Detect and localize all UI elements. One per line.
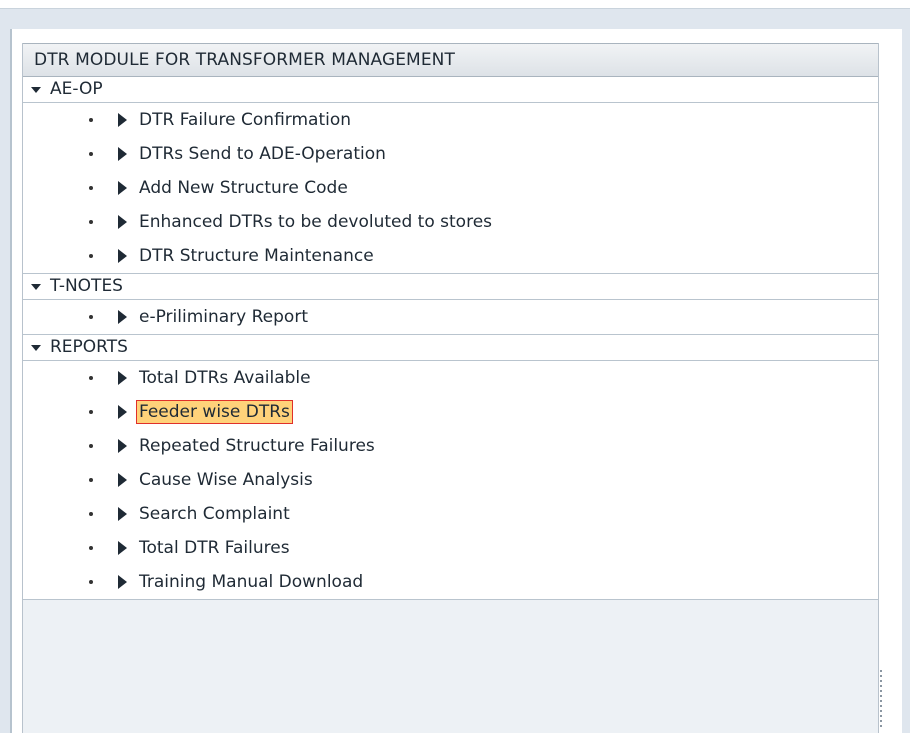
bullet-icon	[89, 220, 93, 224]
resize-grip-handle[interactable]	[880, 670, 882, 730]
transaction-arrow-icon	[118, 541, 127, 555]
tree-item-dtr-failure-confirmation[interactable]: DTR Failure Confirmation	[23, 103, 878, 137]
transaction-arrow-icon	[118, 147, 127, 161]
bullet-icon	[89, 152, 93, 156]
tree-item-e-priliminary-report[interactable]: e-Priliminary Report	[23, 300, 878, 334]
folder-label: AE-OP	[50, 79, 103, 99]
tree-item-dtrs-send-to-ade-operation[interactable]: DTRs Send to ADE-Operation	[23, 137, 878, 171]
top-toolbar-strip	[0, 0, 910, 9]
folder-t-notes: T-NOTES e-Priliminary Report	[23, 274, 878, 335]
tree-item-total-dtr-failures[interactable]: Total DTR Failures	[23, 531, 878, 565]
expand-caret-icon[interactable]	[31, 86, 41, 93]
tree-header: DTR MODULE FOR TRANSFORMER MANAGEMENT	[23, 43, 878, 77]
bullet-icon	[89, 546, 93, 550]
tree-item-dtr-structure-maintenance[interactable]: DTR Structure Maintenance	[23, 239, 878, 273]
tree-item-feeder-wise-dtrs[interactable]: Feeder wise DTRs	[23, 395, 878, 429]
tree-item-label[interactable]: Training Manual Download	[137, 571, 365, 593]
transaction-arrow-icon	[118, 371, 127, 385]
expand-caret-icon[interactable]	[31, 283, 41, 290]
bullet-icon	[89, 118, 93, 122]
tree-item-label-selected[interactable]: Feeder wise DTRs	[136, 400, 293, 424]
tree-item-label[interactable]: DTR Failure Confirmation	[137, 109, 353, 131]
tree-item-label[interactable]: Repeated Structure Failures	[137, 435, 377, 457]
transaction-arrow-icon	[118, 405, 127, 419]
tree-item-label[interactable]: DTR Structure Maintenance	[137, 245, 376, 267]
bullet-icon	[89, 512, 93, 516]
tree-item-cause-wise-analysis[interactable]: Cause Wise Analysis	[23, 463, 878, 497]
transaction-arrow-icon	[118, 249, 127, 263]
transaction-arrow-icon	[118, 215, 127, 229]
tree-item-label[interactable]: Search Complaint	[137, 503, 292, 525]
bullet-icon	[89, 444, 93, 448]
transaction-arrow-icon	[118, 113, 127, 127]
bullet-icon	[89, 580, 93, 584]
tree-item-add-new-structure-code[interactable]: Add New Structure Code	[23, 171, 878, 205]
bullet-icon	[89, 254, 93, 258]
folder-row-t-notes[interactable]: T-NOTES	[23, 274, 878, 300]
folder-label: T-NOTES	[50, 276, 123, 296]
folder-ae-op: AE-OP DTR Failure Confirmation DTRs Send…	[23, 77, 878, 274]
transaction-arrow-icon	[118, 181, 127, 195]
tree-item-label[interactable]: DTRs Send to ADE-Operation	[137, 143, 388, 165]
transaction-arrow-icon	[118, 310, 127, 324]
menu-tree-panel: DTR MODULE FOR TRANSFORMER MANAGEMENT AE…	[22, 43, 879, 733]
folder-label: REPORTS	[50, 337, 128, 357]
transaction-arrow-icon	[118, 507, 127, 521]
transaction-arrow-icon	[118, 473, 127, 487]
bullet-icon	[89, 315, 93, 319]
tree-item-search-complaint[interactable]: Search Complaint	[23, 497, 878, 531]
tree-item-label[interactable]: Add New Structure Code	[137, 177, 350, 199]
bullet-icon	[89, 478, 93, 482]
tree-item-label[interactable]: Total DTRs Available	[137, 367, 313, 389]
transaction-arrow-icon	[118, 439, 127, 453]
folder-reports: REPORTS Total DTRs Available Feeder wise…	[23, 335, 878, 600]
tree-item-enhanced-dtrs-devoluted[interactable]: Enhanced DTRs to be devoluted to stores	[23, 205, 878, 239]
bullet-icon	[89, 410, 93, 414]
tree-item-label[interactable]: Cause Wise Analysis	[137, 469, 315, 491]
folder-row-ae-op[interactable]: AE-OP	[23, 77, 878, 103]
bullet-icon	[89, 376, 93, 380]
tree-item-training-manual-download[interactable]: Training Manual Download	[23, 565, 878, 599]
transaction-arrow-icon	[118, 575, 127, 589]
tree-item-total-dtrs-available[interactable]: Total DTRs Available	[23, 361, 878, 395]
tree-item-label[interactable]: e-Priliminary Report	[137, 306, 310, 328]
folder-row-reports[interactable]: REPORTS	[23, 335, 878, 361]
tree-item-label[interactable]: Enhanced DTRs to be devoluted to stores	[137, 211, 494, 233]
tree-item-repeated-structure-failures[interactable]: Repeated Structure Failures	[23, 429, 878, 463]
tree-item-label[interactable]: Total DTR Failures	[137, 537, 292, 559]
expand-caret-icon[interactable]	[31, 344, 41, 351]
bullet-icon	[89, 186, 93, 190]
